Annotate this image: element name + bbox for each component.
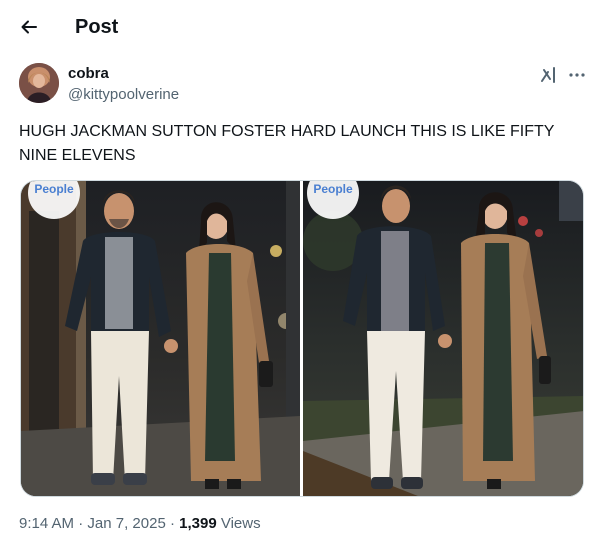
- post-time[interactable]: 9:14 AM: [19, 515, 74, 532]
- page-title: Post: [75, 16, 119, 38]
- post-header: Post: [0, 0, 600, 53]
- more-options-button[interactable]: [566, 64, 588, 86]
- arrow-left-icon: [21, 20, 37, 34]
- author-name[interactable]: cobra: [68, 65, 109, 83]
- more-options-icon: [569, 73, 585, 77]
- meta-separator: ·: [169, 515, 175, 532]
- author-handle[interactable]: @kittypoolverine: [68, 86, 179, 104]
- avatar[interactable]: [19, 63, 59, 103]
- post-text: HUGH JACKMAN SUTTON FOSTER HARD LAUNCH T…: [19, 123, 555, 164]
- grok-button[interactable]: [537, 64, 561, 86]
- photo-1[interactable]: People: [21, 181, 300, 496]
- views-label: Views: [220, 515, 261, 532]
- views-count: 1,399: [179, 515, 217, 532]
- media-gallery: People People: [20, 180, 584, 497]
- photo-2[interactable]: People: [303, 181, 583, 496]
- post-date[interactable]: Jan 7, 2025: [87, 515, 165, 532]
- back-button[interactable]: [14, 12, 44, 42]
- grok-icon: [541, 67, 555, 83]
- post-meta: 9:14 AM · Jan 7, 2025 · 1,399 Views: [19, 514, 261, 534]
- meta-separator: ·: [78, 515, 84, 532]
- watermark-text: People: [313, 182, 353, 196]
- watermark-text: People: [34, 182, 74, 196]
